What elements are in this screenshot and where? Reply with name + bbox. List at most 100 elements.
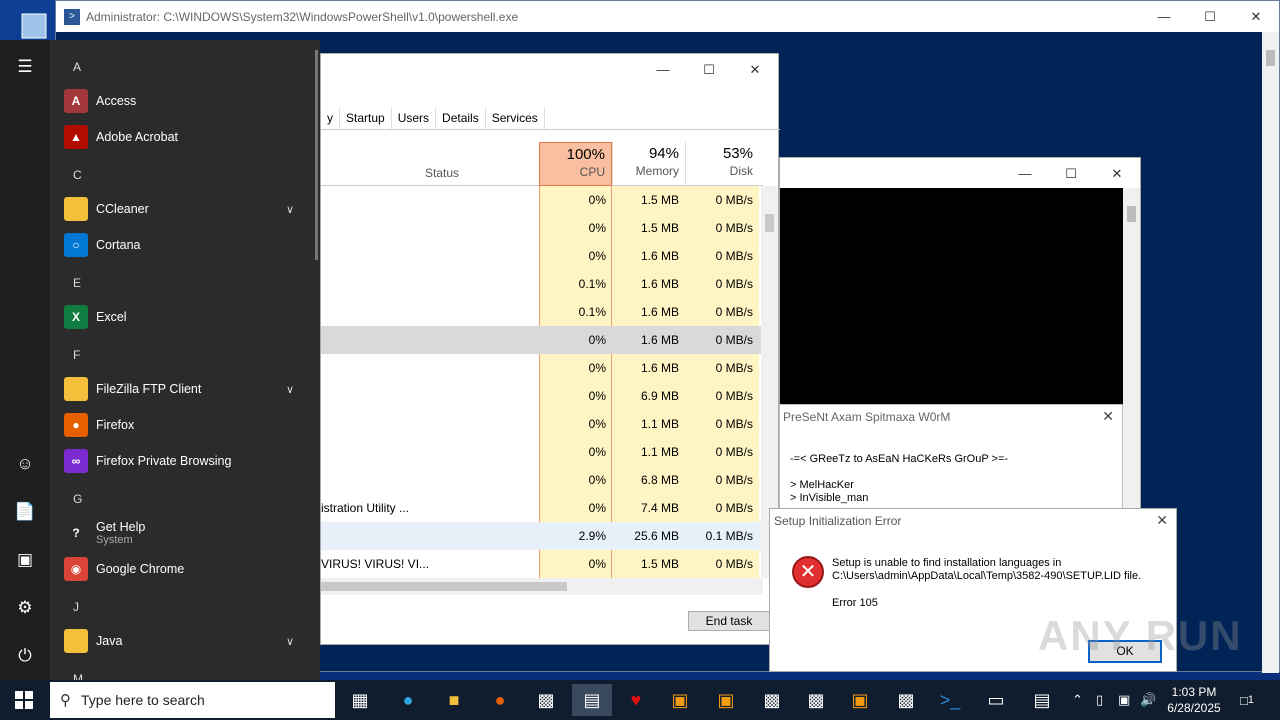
app-icon[interactable]: ▣ — [840, 684, 880, 716]
task-manager-titlebar[interactable]: — ☐ ✕ — [321, 54, 778, 84]
status-column-header[interactable]: Status — [425, 166, 459, 180]
window-app-icon[interactable]: ▩ — [886, 684, 926, 716]
taskbar-clock[interactable]: 1:03 PM 6/28/2025 — [1158, 684, 1230, 716]
tab-services[interactable]: Services — [486, 108, 545, 129]
tm-maximize-button[interactable]: ☐ — [686, 54, 732, 85]
user-account-icon[interactable]: ☺ — [12, 451, 38, 477]
table-row[interactable]: 0% 1.6 MB 0 MB/s — [321, 354, 763, 382]
table-row[interactable]: 0% 6.9 MB 0 MB/s — [321, 382, 763, 410]
con-maximize-button[interactable]: ☐ — [1048, 158, 1094, 189]
powershell-titlebar[interactable]: > Administrator: C:\WINDOWS\System32\Win… — [56, 1, 1279, 32]
table-row[interactable]: 0% 1.5 MB 0 MB/s — [321, 186, 763, 214]
power-icon[interactable]: ⏻ — [12, 643, 38, 669]
tab-users[interactable]: Users — [392, 108, 437, 129]
setup-error-close-button[interactable]: ✕ — [1156, 512, 1168, 529]
start-app-item[interactable]: A Access — [64, 85, 314, 117]
greetz-close-button[interactable]: ✕ — [1102, 408, 1114, 425]
cpu-cell: 0.1% — [578, 305, 606, 319]
start-app-item[interactable]: X Excel — [64, 301, 314, 333]
start-app-item[interactable]: Java ∨ — [64, 625, 314, 657]
network-icon[interactable]: ▣ — [1118, 680, 1130, 720]
pictures-icon[interactable]: ▣ — [12, 547, 38, 573]
file-explorer-icon[interactable]: ■ — [434, 684, 474, 716]
table-row[interactable]: 0% 1.1 MB 0 MB/s — [321, 410, 763, 438]
tab-details[interactable]: Details — [436, 108, 486, 129]
start-app-item[interactable]: ○ Cortana — [64, 229, 314, 261]
start-letter-heading[interactable]: G — [73, 492, 82, 506]
table-row[interactable]: 0% 6.8 MB 0 MB/s — [321, 466, 763, 494]
edge-icon[interactable]: ● — [388, 684, 428, 716]
cmd-taskbar-icon[interactable]: ▭ — [976, 684, 1016, 716]
table-row[interactable]: 0% 1.5 MB 0 MB/s — [321, 214, 763, 242]
table-row[interactable]: 0% 1.1 MB 0 MB/s — [321, 438, 763, 466]
start-app-item[interactable]: CCleaner ∨ — [64, 193, 314, 225]
chevron-down-icon[interactable]: ∨ — [286, 635, 294, 648]
con-close-button[interactable]: ✕ — [1094, 158, 1140, 189]
end-task-button[interactable]: End task — [688, 611, 770, 631]
folder-icon — [64, 629, 88, 653]
task-manager-taskbar-icon[interactable]: ▤ — [572, 684, 612, 716]
chevron-down-icon[interactable]: ∨ — [286, 383, 294, 396]
settings-gear-icon[interactable]: ⚙ — [12, 595, 38, 621]
powershell-taskbar-icon[interactable]: >_ — [930, 684, 970, 716]
con-minimize-button[interactable]: — — [1002, 158, 1048, 189]
start-letter-heading[interactable]: J — [73, 600, 79, 614]
start-app-item[interactable]: ◉ Google Chrome — [64, 553, 314, 585]
maximize-button[interactable]: ☐ — [1187, 1, 1233, 32]
start-app-item[interactable]: ▲ Adobe Acrobat — [64, 121, 314, 153]
memory-column-header[interactable]: 94% Memory — [612, 142, 685, 186]
start-letter-heading[interactable]: A — [73, 60, 81, 74]
powershell-scrollbar[interactable] — [1262, 32, 1279, 673]
cpu-cell: 0% — [588, 417, 606, 431]
start-letter-heading[interactable]: E — [73, 276, 81, 290]
console-scrollbar[interactable] — [1123, 188, 1140, 518]
volume-icon[interactable]: 🔊 — [1140, 680, 1156, 720]
start-letter-heading[interactable]: C — [73, 168, 82, 182]
table-row[interactable]: 0.1% 1.6 MB 0 MB/s — [321, 298, 763, 326]
window-app-icon[interactable]: ▩ — [796, 684, 836, 716]
window-app-icon[interactable]: ▩ — [526, 684, 566, 716]
task-view-icon[interactable]: ▦ — [340, 684, 380, 716]
start-menu-scrollbar[interactable] — [315, 50, 318, 260]
task-manager-window[interactable]: — ☐ ✕ y Startup Users Details Services S… — [320, 53, 780, 645]
taskbar-search-box[interactable]: ⚲ Type here to search — [50, 682, 335, 718]
chevron-down-icon[interactable]: ∨ — [286, 203, 294, 216]
start-app-item[interactable]: ? Get Help System — [64, 517, 314, 549]
table-row[interactable]: VIRUS! VIRUS! VI... 0% 1.5 MB 0 MB/s — [321, 550, 763, 578]
heart-app-icon[interactable]: ♥ — [616, 684, 656, 716]
tm-minimize-button[interactable]: — — [640, 54, 686, 85]
start-letter-heading[interactable]: F — [73, 348, 80, 362]
tab-app-history[interactable]: y — [321, 108, 340, 129]
tab-startup[interactable]: Startup — [340, 108, 392, 129]
notification-count: 1 — [1247, 694, 1254, 706]
network-app-icon[interactable]: ▤ — [1022, 684, 1062, 716]
cpu-column-header[interactable]: 100% CPU — [539, 142, 612, 186]
table-row[interactable]: 0.1% 1.6 MB 0 MB/s — [321, 270, 763, 298]
greetz-dialog[interactable]: PreSeNt Axam Spitmaxa W0rM ✕ -=< GReeTz … — [779, 404, 1123, 524]
table-row[interactable]: 2.9% 25.6 MB 0.1 MB/s — [321, 522, 763, 550]
start-app-item[interactable]: FileZilla FTP Client ∨ — [64, 373, 314, 405]
disk-column-header[interactable]: 53% Disk — [685, 142, 759, 186]
firefox-taskbar-icon[interactable]: ● — [480, 684, 520, 716]
table-row[interactable]: 0% 1.6 MB 0 MB/s — [321, 242, 763, 270]
documents-icon[interactable]: 📄 — [12, 499, 38, 525]
start-letter-heading[interactable]: M — [73, 672, 83, 680]
show-hidden-icons-chevron-icon[interactable]: ⌃ — [1072, 680, 1083, 720]
process-table-hscroll[interactable] — [321, 578, 763, 595]
start-button[interactable] — [0, 680, 48, 720]
minimize-button[interactable]: — — [1141, 1, 1187, 32]
close-button[interactable]: ✕ — [1233, 1, 1279, 32]
app-icon[interactable]: ▣ — [660, 684, 700, 716]
table-row[interactable]: 0% 1.6 MB 0 MB/s — [321, 326, 763, 354]
tm-close-button[interactable]: ✕ — [732, 54, 778, 85]
memory-cell: 1.1 MB — [640, 445, 679, 459]
table-row[interactable]: istration Utility ... 0% 7.4 MB 0 MB/s — [321, 494, 763, 522]
recycle-bin-icon[interactable] — [16, 8, 56, 40]
battery-icon[interactable]: ▯ — [1096, 680, 1103, 720]
hamburger-menu-icon[interactable]: ☰ — [12, 54, 38, 80]
start-app-item[interactable]: ● Firefox — [64, 409, 314, 441]
start-app-item[interactable]: ∞ Firefox Private Browsing — [64, 445, 314, 477]
app-icon[interactable]: ▣ — [706, 684, 746, 716]
notification-center-icon[interactable]: □ 1 — [1240, 680, 1254, 720]
app-icon[interactable]: ▩ — [752, 684, 792, 716]
